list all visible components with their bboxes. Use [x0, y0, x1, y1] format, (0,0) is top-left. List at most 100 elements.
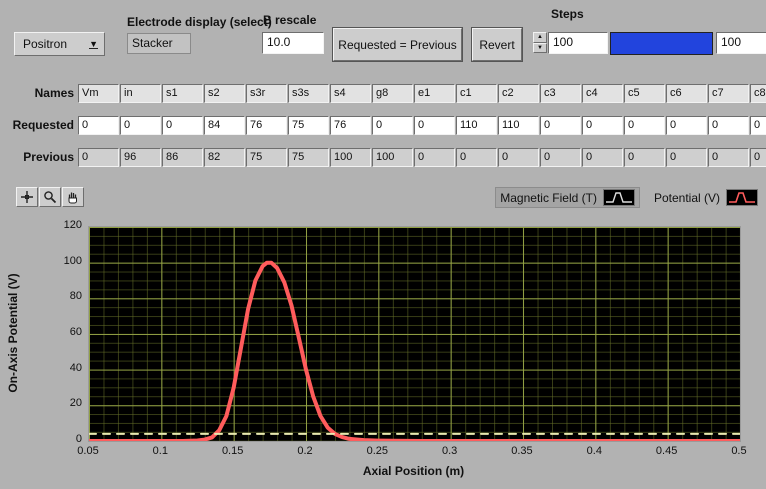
- x-tick-label: 0.2: [297, 445, 313, 457]
- table-cell: 0: [666, 148, 707, 167]
- table-cell[interactable]: e1: [414, 84, 455, 103]
- previous-row: 096868275751001000000000000: [78, 148, 766, 167]
- legend-label-potential: Potential (V): [653, 190, 720, 205]
- table-cell[interactable]: s2: [204, 84, 245, 103]
- electrode-display-label: Electrode display (select): [127, 15, 272, 29]
- table-cell[interactable]: 110: [498, 116, 539, 135]
- steps-spinner: ▲ ▼: [533, 32, 547, 53]
- table-cell: 100: [372, 148, 413, 167]
- y-tick-label: 80: [69, 290, 82, 303]
- table-cell[interactable]: c3: [540, 84, 581, 103]
- table-cell[interactable]: 0: [78, 116, 119, 135]
- legend-item-potential[interactable]: Potential (V): [650, 188, 762, 207]
- table-cell: 0: [456, 148, 497, 167]
- table-cell[interactable]: 76: [246, 116, 287, 135]
- table-cell[interactable]: 0: [540, 116, 581, 135]
- zoom-tool-button[interactable]: [39, 187, 61, 207]
- y-axis-label: On-Axis Potential (V): [6, 273, 20, 393]
- table-cell: 0: [750, 148, 766, 167]
- requested-equals-previous-button[interactable]: Requested = Previous: [332, 27, 463, 62]
- table-cell: 0: [624, 148, 665, 167]
- b-rescale-label: B rescale: [263, 13, 317, 27]
- table-cell[interactable]: g8: [372, 84, 413, 103]
- table-cell[interactable]: 84: [204, 116, 245, 135]
- table-cell[interactable]: 75: [288, 116, 329, 135]
- table-cell: 75: [288, 148, 329, 167]
- table-cell[interactable]: c1: [456, 84, 497, 103]
- table-cell[interactable]: c5: [624, 84, 665, 103]
- table-cell[interactable]: 0: [414, 116, 455, 135]
- dropdown-arrow-icon: ▼: [89, 38, 98, 49]
- x-tick-label: 0.3: [441, 445, 458, 457]
- steps-label: Steps: [551, 7, 584, 21]
- table-cell[interactable]: c8: [750, 84, 766, 103]
- plot-area[interactable]: [88, 226, 741, 442]
- plot-svg: [89, 260, 740, 441]
- y-tick-label: 60: [69, 326, 82, 338]
- table-cell[interactable]: in: [120, 84, 161, 103]
- table-cell: 0: [582, 148, 623, 167]
- y-tick-label: 100: [63, 254, 82, 267]
- table-cell[interactable]: 0: [624, 116, 665, 135]
- graph-panel: Magnetic Field (T) Potential (V) 0 20 40 60…: [0, 183, 766, 489]
- requested-row-label: Requested: [12, 118, 74, 132]
- table-cell[interactable]: c6: [666, 84, 707, 103]
- table-cell[interactable]: s1: [162, 84, 203, 103]
- table-cell: 0: [414, 148, 455, 167]
- y-tick-label: 0: [75, 433, 82, 445]
- table-cell[interactable]: 0: [162, 116, 203, 135]
- table-cell: 82: [204, 148, 245, 167]
- table-cell: 0: [498, 148, 539, 167]
- table-cell[interactable]: s4: [330, 84, 371, 103]
- table-cell[interactable]: c2: [498, 84, 539, 103]
- steps-value-right-input[interactable]: 100: [716, 32, 766, 54]
- b-rescale-input[interactable]: 10.0: [262, 32, 324, 54]
- pan-tool-button[interactable]: [62, 187, 84, 207]
- table-cell[interactable]: 0: [372, 116, 413, 135]
- x-axis-label: Axial Position (m): [362, 464, 465, 478]
- electrode-display-value[interactable]: Stacker: [127, 33, 191, 54]
- series-potential: [89, 260, 740, 441]
- x-tick-label: 0.35: [511, 445, 533, 457]
- table-cell[interactable]: c4: [582, 84, 623, 103]
- table-cell[interactable]: Vm: [78, 84, 119, 103]
- legend-item-magnetic-field[interactable]: Magnetic Field (T): [495, 187, 640, 208]
- table-cell[interactable]: s3r: [246, 84, 287, 103]
- table-cell[interactable]: 110: [456, 116, 497, 135]
- table-cell: 100: [330, 148, 371, 167]
- table-cell[interactable]: 0: [708, 116, 749, 135]
- x-tick-label: 0.45: [655, 445, 678, 457]
- requested-row: 00084767576001101100000000: [78, 116, 766, 135]
- x-tick-label: 0.4: [586, 445, 602, 457]
- table-cell: 0: [708, 148, 749, 167]
- table-cell: 86: [162, 148, 203, 167]
- steps-slider[interactable]: [610, 32, 713, 55]
- names-row: Vmins1s2s3rs3ss4g8e1c1c2c3c4c5c6c7c8c9: [78, 84, 766, 103]
- table-cell[interactable]: 0: [582, 116, 623, 135]
- device-selector-dropdown[interactable]: Positron ▼: [14, 32, 105, 56]
- revert-button[interactable]: Revert: [471, 27, 523, 62]
- x-tick-label: 0.5: [731, 445, 747, 457]
- table-cell[interactable]: 0: [750, 116, 766, 135]
- previous-row-label: Previous: [23, 150, 74, 164]
- x-tick-label: 0.15: [221, 445, 244, 457]
- steps-input[interactable]: 100: [548, 32, 608, 54]
- names-row-label: Names: [34, 86, 74, 100]
- potential-legend-icon: [726, 189, 758, 206]
- cursor-tool-button[interactable]: [16, 187, 38, 207]
- y-tick-label: 120: [63, 219, 82, 231]
- x-tick-label: 0.25: [366, 445, 389, 457]
- table-cell[interactable]: c7: [708, 84, 749, 103]
- table-cell[interactable]: s3s: [288, 84, 329, 103]
- spinner-up-icon[interactable]: ▲: [533, 32, 547, 43]
- table-cell[interactable]: 0: [666, 116, 707, 135]
- table-cell[interactable]: 0: [120, 116, 161, 135]
- table-cell[interactable]: 76: [330, 116, 371, 135]
- table-cell: 0: [540, 148, 581, 167]
- table-cell: 0: [78, 148, 119, 167]
- table-cell: 75: [246, 148, 287, 167]
- spinner-down-icon[interactable]: ▼: [533, 42, 547, 53]
- hand-icon: [68, 192, 77, 204]
- y-tick-label: 20: [69, 397, 82, 410]
- graph-legend: Magnetic Field (T) Potential (V): [495, 187, 762, 208]
